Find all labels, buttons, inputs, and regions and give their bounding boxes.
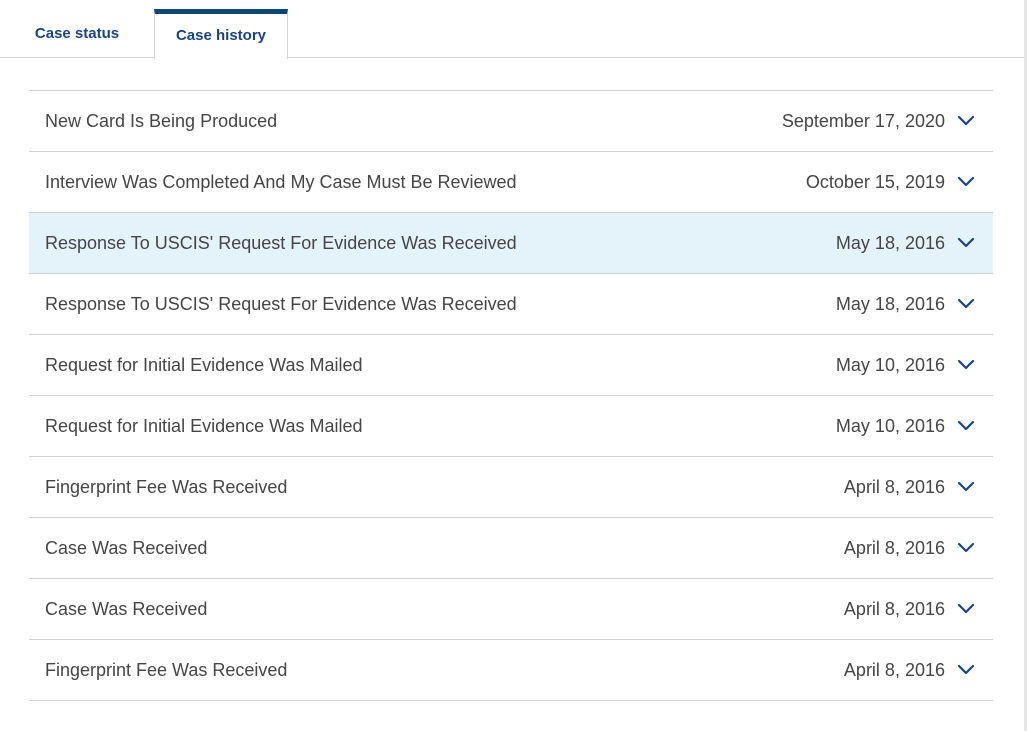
case-history-list: New Card Is Being Produced September 17,… — [29, 90, 993, 701]
history-row-3[interactable]: Response To USCIS' Request For Evidence … — [29, 213, 993, 274]
tab-bar: Case status Case history — [0, 0, 1024, 59]
chevron-down-icon[interactable] — [957, 357, 975, 371]
history-date: May 18, 2016 — [835, 232, 945, 253]
tab-case-history-label: Case history — [175, 26, 267, 44]
history-title: Response To USCIS' Request For Evidence … — [45, 232, 517, 253]
history-row-1[interactable]: New Card Is Being Produced September 17,… — [29, 91, 993, 152]
history-row-2[interactable]: Interview Was Completed And My Case Must… — [29, 152, 993, 213]
history-date: September 17, 2020 — [781, 110, 945, 131]
history-title: Fingerprint Fee Was Received — [45, 476, 288, 497]
chevron-down-icon[interactable] — [957, 174, 975, 188]
history-date: April 8, 2016 — [843, 598, 945, 619]
history-date: April 8, 2016 — [843, 537, 945, 558]
history-row-4[interactable]: Response To USCIS' Request For Evidence … — [29, 274, 993, 335]
history-date: April 8, 2016 — [843, 476, 945, 497]
tab-case-status[interactable]: Case status — [0, 9, 154, 58]
history-date: April 8, 2016 — [843, 659, 945, 680]
history-row-5[interactable]: Request for Initial Evidence Was Mailed … — [29, 335, 993, 396]
chevron-down-icon[interactable] — [957, 235, 975, 249]
chevron-down-icon[interactable] — [957, 479, 975, 493]
history-title: Response To USCIS' Request For Evidence … — [45, 293, 517, 314]
chevron-down-icon[interactable] — [957, 418, 975, 432]
history-title: Fingerprint Fee Was Received — [45, 659, 288, 680]
history-title: Request for Initial Evidence Was Mailed — [45, 415, 363, 436]
chevron-down-icon[interactable] — [957, 601, 975, 615]
tab-case-history[interactable]: Case history — [154, 9, 288, 59]
history-date: May 10, 2016 — [835, 354, 945, 375]
case-history-page: Case status Case history New Card Is Bei… — [0, 0, 1027, 731]
history-row-7[interactable]: Fingerprint Fee Was Received April 8, 20… — [29, 457, 993, 518]
history-title: Interview Was Completed And My Case Must… — [45, 171, 517, 192]
tab-case-status-label: Case status — [34, 25, 120, 42]
history-row-6[interactable]: Request for Initial Evidence Was Mailed … — [29, 396, 993, 457]
history-title: New Card Is Being Produced — [45, 110, 278, 131]
history-date: May 18, 2016 — [835, 293, 945, 314]
history-row-9[interactable]: Case Was Received April 8, 2016 — [29, 579, 993, 640]
chevron-down-icon[interactable] — [957, 296, 975, 310]
history-row-8[interactable]: Case Was Received April 8, 2016 — [29, 518, 993, 579]
history-date: May 10, 2016 — [835, 415, 945, 436]
history-row-10[interactable]: Fingerprint Fee Was Received April 8, 20… — [29, 640, 993, 701]
chevron-down-icon[interactable] — [957, 540, 975, 554]
chevron-down-icon[interactable] — [957, 113, 975, 127]
chevron-down-icon[interactable] — [957, 662, 975, 676]
history-title: Request for Initial Evidence Was Mailed — [45, 354, 363, 375]
history-title: Case Was Received — [45, 537, 208, 558]
history-date: October 15, 2019 — [805, 171, 945, 192]
history-title: Case Was Received — [45, 598, 208, 619]
